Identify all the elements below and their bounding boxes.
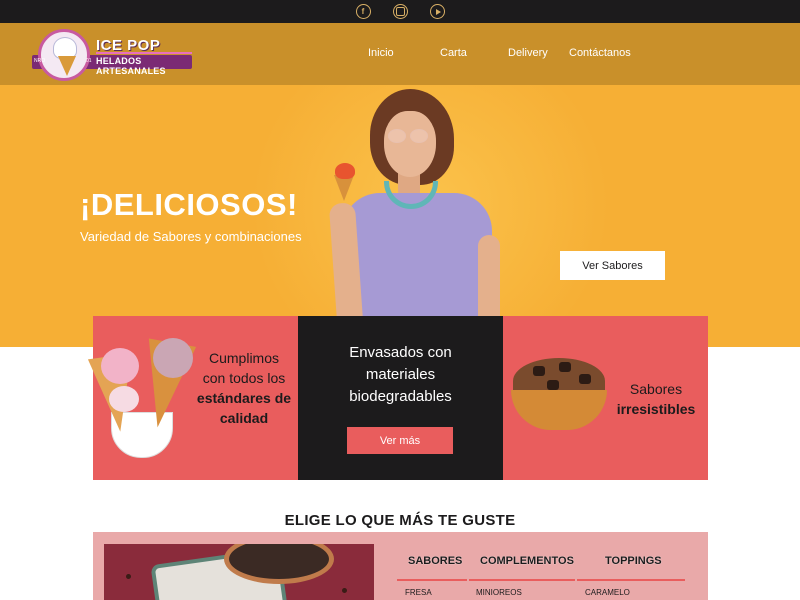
social-bar: f [0, 0, 800, 23]
chocolate-chunk-shape [579, 374, 591, 384]
menu-header-sabores[interactable]: SABORES [408, 555, 462, 567]
nav-item-inicio[interactable]: Inicio [368, 47, 394, 59]
quality-card-line1: Cumplimos con todos los [202, 350, 286, 386]
menu-section: SABORES COMPLEMENTOS TOPPINGS FRESA MINI… [93, 532, 708, 600]
logo-cone-shape [58, 56, 76, 76]
scoop-mauve-shape [153, 338, 193, 378]
woman-face [384, 111, 436, 177]
cherry-dot-shape [342, 588, 347, 593]
menu-item-caramelo[interactable]: CARAMELO [585, 588, 630, 597]
logo-divider [96, 52, 192, 54]
hero-title: ¡DELICIOSOS! [80, 187, 298, 222]
ice-cream-scoop-icon [335, 163, 355, 179]
nav-item-carta[interactable]: Carta [440, 47, 467, 59]
brand-tagline: HELADOS ARTESANALES [96, 56, 166, 76]
chocolate-chunk-shape [533, 366, 545, 376]
logo-badge [38, 29, 90, 81]
menu-item-minioreos[interactable]: MINIOREOS [476, 588, 522, 597]
menu-divider [397, 579, 467, 581]
menu-header-toppings[interactable]: TOPPINGS [605, 555, 662, 567]
flavors-card-line1: Sabores [629, 381, 683, 397]
quality-card-text: Cumplimos con todos los estándares de ca… [196, 348, 292, 428]
logo-badge-right: 01 [86, 58, 92, 64]
cherry-dot-shape [126, 574, 131, 579]
logo-badge-left: NRO [34, 58, 46, 64]
flavors-card: Sabores irresistibles [503, 316, 708, 480]
ver-mas-button[interactable]: Ver más [347, 427, 453, 454]
nav-item-delivery[interactable]: Delivery [508, 47, 548, 59]
youtube-icon[interactable] [429, 4, 445, 19]
sunglasses-right-icon [410, 129, 428, 143]
menu-divider [577, 579, 685, 581]
chocolate-chunk-shape [547, 380, 559, 390]
packaging-card: Envasados con materiales biodegradables … [298, 316, 503, 480]
sunglasses-left-icon [388, 129, 406, 143]
menu-divider [469, 579, 575, 581]
quality-card: Cumplimos con todos los estándares de ca… [87, 316, 298, 480]
facebook-icon[interactable]: f [355, 4, 371, 19]
ver-sabores-button[interactable]: Ver Sabores [560, 251, 665, 280]
nav-item-contactanos[interactable]: Contáctanos [569, 47, 631, 59]
instagram-icon[interactable] [392, 4, 408, 19]
flavors-card-text: Sabores irresistibles [613, 379, 699, 419]
quality-card-line2: estándares de calidad [196, 390, 292, 426]
flavors-card-line2: irresistibles [616, 401, 696, 417]
scoop-cream-shape [109, 386, 139, 412]
section-title: ELIGE LO QUE MÁS TE GUSTE [284, 512, 516, 529]
scoop-pink-shape [101, 348, 139, 384]
packaging-card-text: Envasados con materiales biodegradables [349, 344, 452, 405]
hero-subtitle: Variedad de Sabores y combinaciones [80, 229, 302, 244]
hero-woman-image [320, 85, 520, 347]
menu-photo [104, 544, 374, 600]
hero-banner: ¡DELICIOSOS! Variedad de Sabores y combi… [0, 85, 800, 347]
menu-header-complementos[interactable]: COMPLEMENTOS [480, 555, 574, 567]
sundae-cup-shape [511, 390, 607, 430]
brand-logo[interactable]: NRO 01 ICE POP HELADOS ARTESANALES [28, 27, 198, 81]
chocolate-chunk-shape [559, 362, 571, 372]
site-header: NRO 01 ICE POP HELADOS ARTESANALES Inici… [0, 23, 800, 85]
facebook-glyph: f [361, 7, 365, 16]
menu-item-fresa[interactable]: FRESA [405, 588, 432, 597]
